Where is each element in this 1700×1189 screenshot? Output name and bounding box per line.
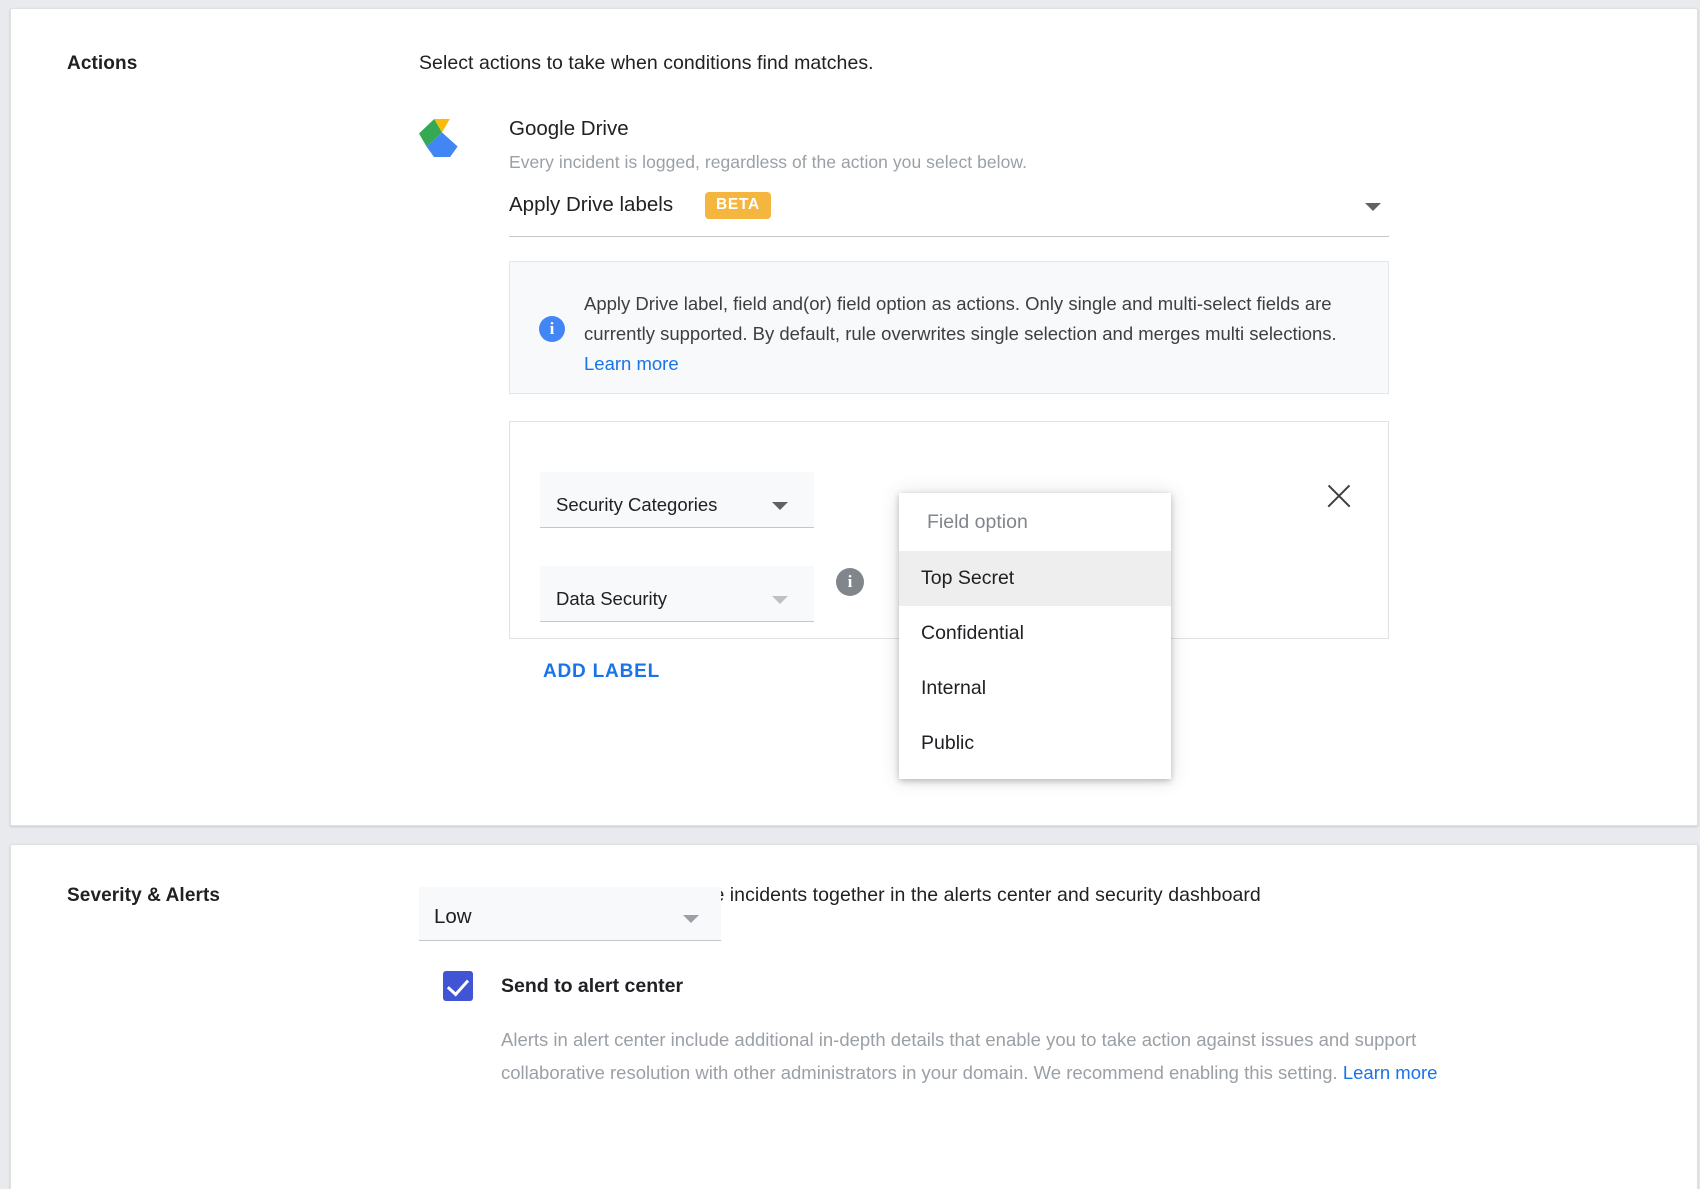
actions-card: Actions Select actions to take when cond… (10, 8, 1698, 826)
info-learn-more-link[interactable]: Learn more (584, 353, 679, 374)
actions-section-label: Actions (67, 53, 138, 74)
alert-center-help-text: Alerts in alert center include additiona… (501, 1023, 1461, 1089)
info-icon: i (539, 316, 565, 342)
google-drive-icon (419, 117, 465, 159)
field-option-dropdown-menu: Field option Top Secret Confidential Int… (899, 493, 1171, 779)
drive-subtitle: Every incident is logged, regardless of … (509, 152, 1027, 172)
severity-level-select[interactable]: Low (419, 887, 721, 941)
label-field-select-value: Security Categories (556, 494, 718, 515)
label-option-select[interactable]: Data Security (540, 566, 814, 622)
beta-badge: BETA (705, 192, 771, 219)
alert-center-help-body: Alerts in alert center include additiona… (501, 1029, 1417, 1083)
info-banner-body: Apply Drive label, field and(or) field o… (584, 293, 1337, 344)
send-to-alert-center-row[interactable]: Send to alert center (443, 971, 683, 1001)
drive-action-select-value: Apply Drive labels (509, 193, 674, 216)
chevron-down-icon (1365, 203, 1381, 211)
field-option-menu-header: Field option (927, 511, 1028, 533)
actions-description: Select actions to take when conditions f… (419, 52, 874, 74)
field-option-item-confidential[interactable]: Confidential (899, 606, 1171, 661)
field-option-item-top-secret[interactable]: Top Secret (899, 551, 1171, 606)
drive-title: Google Drive (509, 117, 629, 140)
severity-section-label: Severity & Alerts (67, 885, 221, 906)
chevron-down-icon (683, 915, 699, 923)
close-icon[interactable] (1322, 479, 1356, 513)
label-field-select[interactable]: Security Categories (540, 472, 814, 528)
send-to-alert-center-label: Send to alert center (501, 974, 684, 997)
chevron-down-icon (772, 502, 788, 510)
chevron-down-icon (772, 596, 788, 604)
drive-action-select[interactable]: Apply Drive labels BETA (509, 189, 1389, 237)
info-banner-text: Apply Drive label, field and(or) field o… (584, 289, 1364, 379)
field-option-item-internal[interactable]: Internal (899, 661, 1171, 716)
add-label-button[interactable]: ADD LABEL (543, 661, 660, 683)
label-option-select-value: Data Security (556, 588, 668, 609)
severity-alerts-card: Severity & Alerts Select a severity leve… (10, 844, 1698, 1189)
send-to-alert-center-checkbox[interactable] (443, 971, 473, 1001)
info-banner: i Apply Drive label, field and(or) field… (509, 261, 1389, 394)
settings-page: Actions Select actions to take when cond… (0, 0, 1700, 1189)
field-option-item-public[interactable]: Public (899, 716, 1171, 771)
alert-center-learn-more-link[interactable]: Learn more (1343, 1062, 1438, 1083)
info-icon[interactable]: i (836, 568, 864, 596)
severity-level-value: Low (434, 905, 472, 928)
